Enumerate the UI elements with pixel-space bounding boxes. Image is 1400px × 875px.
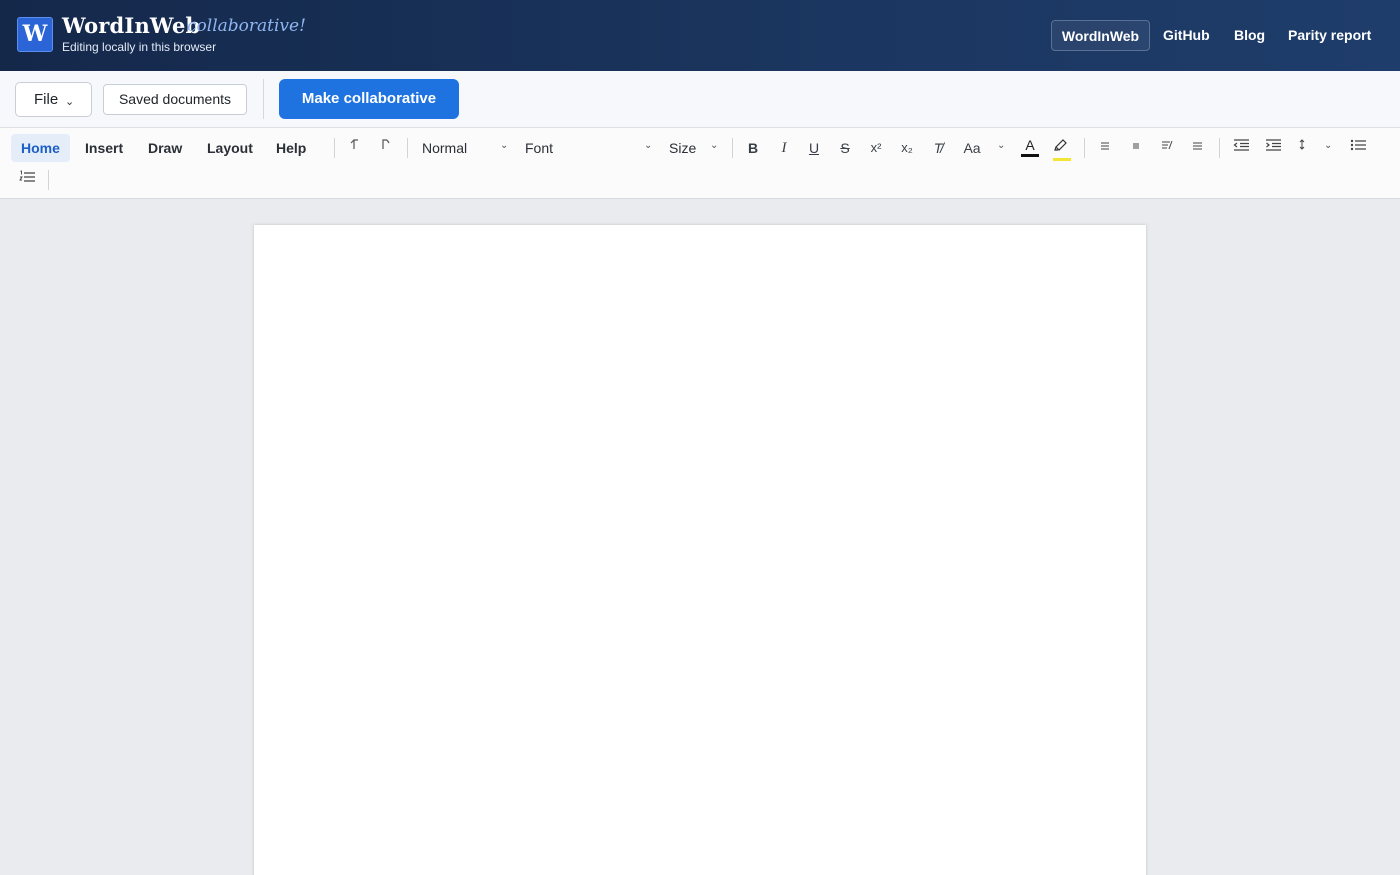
outdent-icon[interactable] — [1231, 136, 1251, 160]
ribbon-toolbar: Home Insert Draw Layout Help Normal ⌄ Fo… — [0, 128, 1400, 199]
nav-parity-report[interactable]: Parity report — [1278, 20, 1381, 51]
brand-name: WordInWeb — [62, 13, 201, 38]
underline-button[interactable]: U — [805, 136, 823, 160]
nav-wordinweb[interactable]: WordInWeb — [1051, 20, 1150, 51]
align-left-icon[interactable] — [1096, 136, 1114, 160]
font-select[interactable]: Font — [525, 136, 655, 160]
app-logo[interactable]: W — [17, 17, 53, 52]
chevron-down-icon: ⌄ — [65, 96, 75, 108]
app-header: W WordInWeb collaborative! Editing local… — [0, 0, 1400, 71]
strikethrough-button[interactable]: S — [836, 136, 854, 160]
style-value: Normal — [422, 140, 468, 156]
font-color-swatch — [1021, 154, 1039, 157]
action-bar: File ⌄ Saved documents Make collaborativ… — [0, 71, 1400, 128]
align-center-icon[interactable] — [1127, 136, 1145, 160]
redo-icon[interactable] — [376, 136, 394, 160]
make-collaborative-button[interactable]: Make collaborative — [279, 79, 459, 119]
file-menu-button[interactable]: File ⌄ — [15, 82, 92, 117]
justify-icon[interactable] — [1188, 136, 1206, 160]
saved-documents-button[interactable]: Saved documents — [103, 84, 247, 115]
divider — [263, 79, 264, 119]
tab-draw[interactable]: Draw — [138, 134, 192, 162]
tab-insert[interactable]: Insert — [75, 134, 133, 162]
brand-tagline: collaborative! — [187, 16, 306, 36]
divider — [1219, 138, 1220, 158]
style-select[interactable]: Normal — [422, 136, 512, 160]
file-label: File — [34, 91, 59, 108]
nav-blog[interactable]: Blog — [1224, 20, 1275, 51]
highlight-swatch — [1053, 158, 1071, 161]
subscript-button[interactable]: x₂ — [897, 136, 917, 160]
font-color-icon: A — [1025, 137, 1035, 153]
document-canvas — [0, 199, 1400, 875]
change-case-button[interactable]: Aa — [960, 136, 984, 160]
divider — [48, 170, 49, 190]
highlight-button[interactable] — [1053, 138, 1071, 161]
bold-button[interactable]: B — [744, 136, 762, 160]
chevron-down-icon: ⌄ — [500, 140, 509, 151]
align-right-icon[interactable] — [1158, 136, 1176, 160]
chevron-down-icon: ⌄ — [644, 140, 653, 151]
indent-icon[interactable] — [1263, 136, 1283, 160]
size-value: Size — [669, 140, 697, 156]
superscript-button[interactable]: x² — [866, 136, 886, 160]
divider — [732, 138, 733, 158]
chevron-down-icon: ⌄ — [710, 140, 719, 151]
tab-help[interactable]: Help — [266, 134, 316, 162]
highlighter-icon — [1054, 139, 1067, 151]
italic-button[interactable]: I — [775, 136, 793, 160]
undo-icon[interactable] — [346, 136, 364, 160]
status-subtitle: Editing locally in this browser — [62, 40, 217, 54]
divider — [407, 138, 408, 158]
nav-github[interactable]: GitHub — [1153, 20, 1220, 51]
divider — [334, 138, 335, 158]
line-spacing-icon[interactable] — [1294, 136, 1310, 160]
font-value: Font — [525, 140, 554, 156]
tab-layout[interactable]: Layout — [197, 134, 263, 162]
numbered-list-icon[interactable] — [17, 168, 37, 192]
font-color-button[interactable]: A — [1021, 137, 1039, 157]
chevron-down-icon: ⌄ — [1324, 140, 1333, 151]
tab-home[interactable]: Home — [11, 134, 70, 162]
chevron-down-icon: ⌄ — [997, 140, 1006, 151]
bullet-list-icon[interactable] — [1348, 136, 1368, 160]
clear-formatting-icon[interactable]: T̸ — [928, 136, 948, 160]
document-page[interactable] — [254, 225, 1146, 875]
divider — [1084, 138, 1085, 158]
